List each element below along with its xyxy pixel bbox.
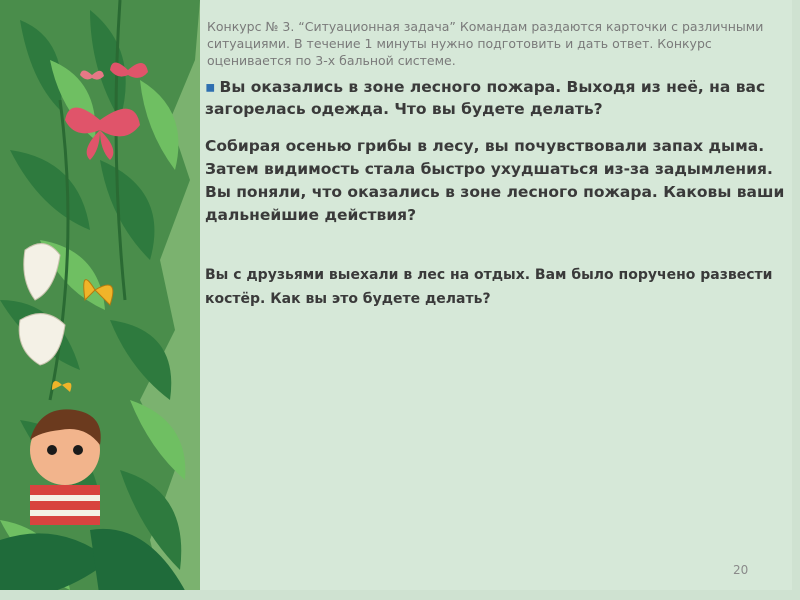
boy-illustration xyxy=(30,409,101,525)
boy-eye-right xyxy=(73,445,83,455)
question-1-text: Вы оказались в зоне лесного пожара. Выхо… xyxy=(205,78,766,118)
bottom-border xyxy=(0,590,800,600)
slide-content: Конкурс № 3. “Ситуационная задача” Коман… xyxy=(195,0,795,600)
boy-shirt xyxy=(30,485,100,525)
question-2: Собирая осенью грибы в лесу, вы почувств… xyxy=(205,137,785,224)
bullet-icon: ▪ xyxy=(205,78,216,96)
question-3: Вы с друзьями выехали в лес на отдых. Ва… xyxy=(205,267,773,307)
boy-eye-left xyxy=(47,445,57,455)
question-1: ▪ Вы оказались в зоне лесного пожара. Вых… xyxy=(205,76,785,120)
slide: Конкурс № 3. “Ситуационная задача” Коман… xyxy=(0,0,800,600)
page-number: 20 xyxy=(733,563,749,577)
contest-header: Конкурс № 3. “Ситуационная задача” Коман… xyxy=(207,19,764,68)
